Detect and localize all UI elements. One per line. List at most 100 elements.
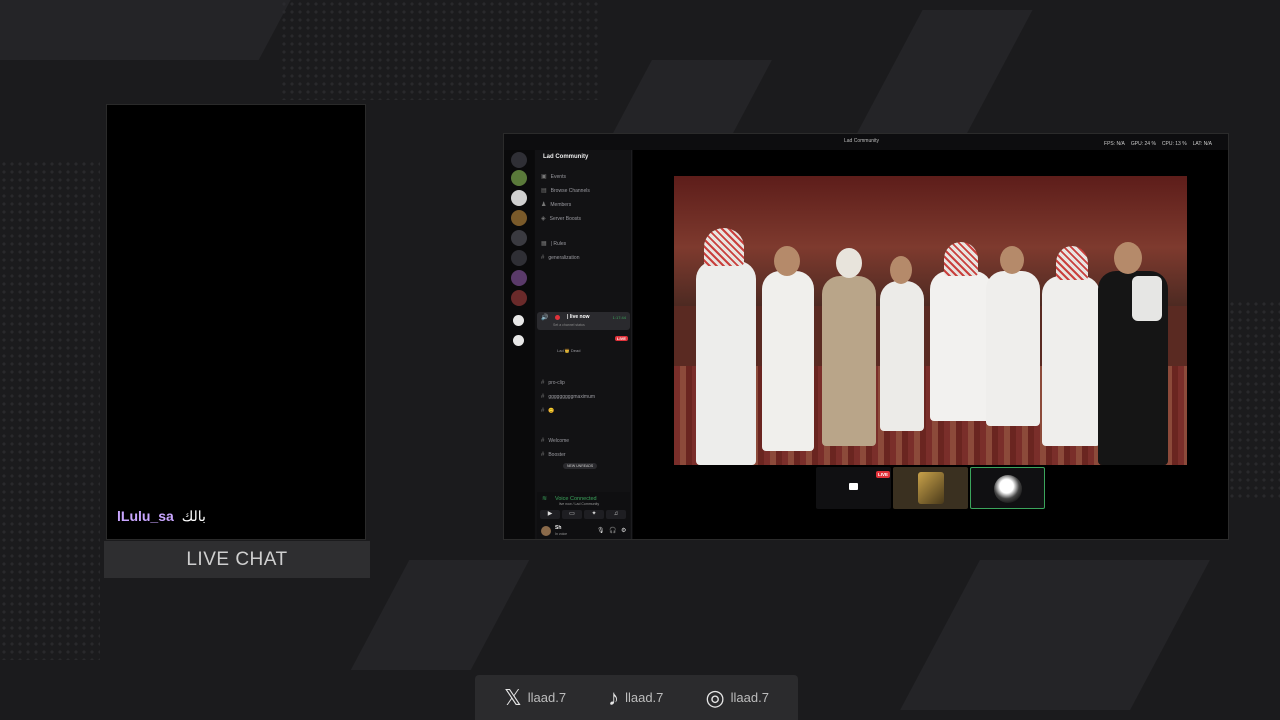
- live-channel-subtitle: Set a channel status: [553, 323, 585, 327]
- bg-shape: [350, 560, 530, 670]
- instagram-icon: ◎: [705, 684, 725, 710]
- person-figure: [986, 271, 1040, 426]
- performance-stats: FPS: N/A GPU: 24 % CPU: 13 % LAT: N/A: [1104, 141, 1212, 147]
- person-figure: [880, 281, 924, 431]
- menu-item-browse-channels[interactable]: ▤ Browse Channels: [541, 187, 590, 194]
- channel-pro-clip[interactable]: # pro-clip: [541, 380, 565, 386]
- thumbnail-user-active[interactable]: [970, 467, 1045, 509]
- avatar[interactable]: [541, 526, 551, 536]
- avatar: [994, 475, 1022, 503]
- server-icon[interactable]: [513, 315, 524, 326]
- soundboard-button[interactable]: ♫: [606, 510, 626, 519]
- cpu-stat: CPU: 13 %: [1161, 141, 1187, 147]
- voice-user[interactable]: Lad 👑 Dead: [557, 348, 580, 353]
- avatar: [918, 472, 944, 504]
- channel-sidebar: Lad Community ▣ Events ▤ Browse Channels ♟…: [535, 150, 632, 539]
- channel-emoji[interactable]: # 😊: [541, 408, 555, 414]
- live-badge: LIVE: [615, 336, 628, 341]
- channel-welcome[interactable]: # Welcome: [541, 438, 569, 444]
- live-badge: LIVE: [876, 471, 891, 478]
- screen-share-button[interactable]: ▭: [562, 510, 582, 519]
- live-chat-label: LIVE CHAT: [104, 541, 370, 578]
- server-icon[interactable]: [511, 170, 527, 186]
- chat-message: lLulu_sa بالك: [117, 508, 206, 525]
- speaker-icon: 🔊: [541, 315, 549, 321]
- person-head: [836, 248, 862, 278]
- gpu-stat: GPU: 24 %: [1130, 141, 1156, 147]
- server-icon[interactable]: [511, 190, 527, 206]
- person-head: [890, 256, 912, 284]
- server-icon[interactable]: [511, 250, 527, 266]
- server-icon[interactable]: [511, 152, 527, 168]
- server-icon[interactable]: [513, 335, 524, 346]
- window-title: Lad Community: [844, 138, 880, 144]
- headphones-icon[interactable]: 🎧: [609, 527, 616, 534]
- bg-shape: [900, 560, 1210, 710]
- x-logo-icon: 𝕏: [504, 684, 522, 710]
- channel-maximum[interactable]: # gggggggggmaximum: [541, 394, 595, 400]
- social-x[interactable]: 𝕏 llaad.7: [504, 684, 567, 710]
- activities-button[interactable]: ✦: [584, 510, 604, 519]
- new-unreads-pill[interactable]: NEW UNREADS: [563, 463, 598, 469]
- server-icon[interactable]: [511, 270, 527, 286]
- stream-overlay: lLulu_sa بالك LIVE CHAT Lad Community FP…: [0, 0, 1280, 720]
- social-bar: 𝕏 llaad.7 ♪ llaad.7 ◎ llaad.7: [475, 675, 798, 720]
- social-handle: llaad.7: [527, 690, 567, 705]
- chat-username: lLulu_sa: [117, 508, 174, 524]
- chat-message-text: بالك: [181, 508, 206, 524]
- bg-dots: [280, 0, 600, 100]
- person-headdress: [704, 228, 744, 266]
- person-figure: [762, 271, 814, 451]
- thumbnail-user[interactable]: [893, 467, 968, 509]
- menu-item-events[interactable]: ▣ Events: [541, 173, 566, 180]
- user-status: In voice: [555, 532, 568, 536]
- server-icon[interactable]: [511, 210, 527, 226]
- person-head: [1000, 246, 1024, 274]
- channel-booster[interactable]: # Booster: [541, 452, 566, 458]
- server-name[interactable]: Lad Community: [543, 154, 588, 160]
- user-name: Sh: [555, 525, 562, 531]
- person-figure: [696, 261, 756, 465]
- voice-channel-live-now[interactable]: 🔊 | live now 1:17:44 Set a channel statu…: [537, 312, 630, 330]
- server-list: [504, 150, 534, 539]
- person-scarf: [1132, 276, 1162, 321]
- mic-icon[interactable]: 🎙: [597, 527, 605, 534]
- social-handle: llaad.7: [730, 690, 769, 705]
- person-figure: [930, 271, 992, 421]
- monitor-icon: [849, 483, 858, 490]
- live-channel-label: | live now: [567, 314, 590, 320]
- menu-item-members[interactable]: ♟ Members: [541, 201, 571, 208]
- person-head: [774, 246, 800, 276]
- lat-stat: LAT: N/A: [1192, 141, 1212, 147]
- signal-icon: ≋: [542, 496, 548, 502]
- channel-generalization[interactable]: # generalization: [541, 255, 579, 261]
- menu-item-server-boosts[interactable]: ◈ Server Boosts: [541, 215, 581, 222]
- person-head: [1114, 242, 1142, 274]
- live-channel-time: 1:17:44: [612, 315, 626, 320]
- camera-button[interactable]: ▶: [540, 510, 560, 519]
- live-dot-icon: [555, 315, 560, 320]
- social-handle: llaad.7: [625, 690, 664, 705]
- server-icon[interactable]: [511, 290, 527, 306]
- person-figure: [822, 276, 876, 446]
- window-titlebar: Lad Community FPS: N/A GPU: 24 % CPU: 13…: [504, 134, 1228, 150]
- live-chat-panel: lLulu_sa بالك: [106, 104, 366, 540]
- tiktok-icon: ♪: [608, 684, 620, 710]
- voice-panel: ≋ Voice Connected live now / Lad Communi…: [537, 492, 630, 539]
- social-tiktok[interactable]: ♪ llaad.7: [608, 684, 664, 710]
- stream-video[interactable]: [674, 176, 1187, 465]
- channel-rules[interactable]: ▦ | Rules: [541, 240, 566, 247]
- social-instagram[interactable]: ◎ llaad.7: [705, 684, 769, 710]
- screen-share-window: Lad Community FPS: N/A GPU: 24 % CPU: 13…: [503, 133, 1229, 540]
- stream-thumbnails: [816, 467, 1045, 509]
- person-headdress: [1056, 246, 1088, 280]
- person-headdress: [944, 242, 978, 276]
- bg-dots: [0, 160, 100, 660]
- stream-view: LIVE: [633, 150, 1228, 539]
- voice-subtitle: live now / Lad Community: [559, 502, 600, 506]
- fps-stat: FPS: N/A: [1104, 141, 1125, 147]
- person-figure: [1042, 276, 1100, 446]
- server-icon[interactable]: [511, 230, 527, 246]
- gear-icon[interactable]: ⚙: [621, 527, 626, 534]
- bg-shape: [0, 0, 302, 60]
